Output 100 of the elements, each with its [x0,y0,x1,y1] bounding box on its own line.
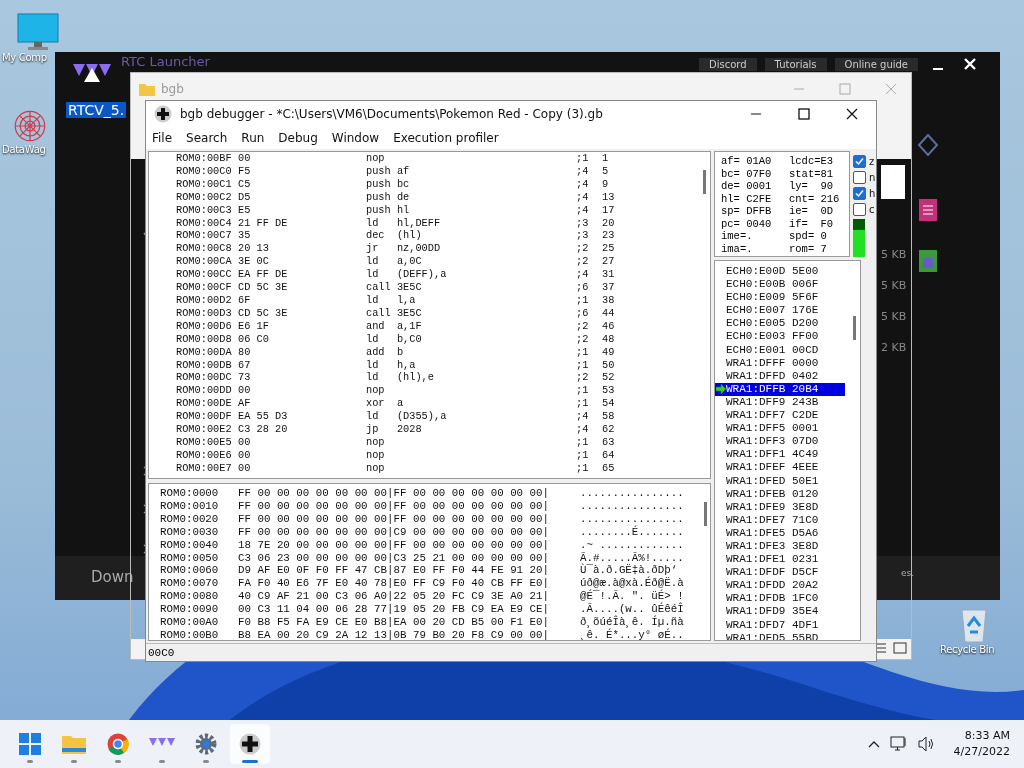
stack-row[interactable]: ECH0:E00B 006F [715,278,845,292]
launcher-title: RTC Launcher [121,54,210,69]
stack-row[interactable]: WRA1:DFD9 35E4 [715,605,845,619]
stack-row[interactable]: WRA1:DFE3 3E8D [715,539,845,554]
clock-time[interactable]: 8:33 AM [964,728,1010,744]
scrollbar-thumb[interactable] [703,502,707,526]
stack-row[interactable]: WRA1:DFDF D5CF [715,566,845,580]
arrow-icon [716,384,726,395]
address-cell-text: ROM0:00DC [176,371,233,385]
cycle-count: ;1 [576,435,590,449]
register-value: ima=. [721,242,754,255]
stack-row[interactable]: WRA1:DFDB 1FC0 [715,592,845,606]
address-cell-text: ROM0:0060 [160,564,220,578]
menu-item[interactable]: Search [186,131,228,145]
instruction-text: push bc [366,177,411,191]
cycle-count: ;1 [576,384,590,398]
stack-row[interactable]: WRA1:DFF5 0001 [715,422,845,436]
volume-icon[interactable] [917,736,936,752]
opcode-bytes: 00 [238,448,252,462]
stack-row[interactable]: WRA1:DFE9 3E8D [715,500,845,514]
opcode-bytes: 35 [238,229,252,243]
opcode-bytes: 20 13 [238,242,270,256]
menu-item[interactable]: Execution profiler [393,131,499,145]
opcode-bytes: 00 [238,152,252,165]
stack-row[interactable]: WRA1:DFFF 0000 [715,356,845,370]
taskbar-app-button[interactable] [230,724,270,764]
stack-row[interactable]: ECH0:E00D 5E00 [715,265,845,279]
hex-bytes: FF 00 00 00 00 00 00 00|FF 00 00 00 00 00 00 00| [238,512,550,526]
address-cell-text: ROM0:00C0 [176,164,233,178]
register-value: ie= 0D [789,205,835,218]
cycle-count: ;1 [576,448,590,462]
opcode-bytes: C3 28 20 [238,423,289,436]
stack-row[interactable]: WRA1:DFFD 0402 [715,369,845,383]
cycle-count: ;4 [576,410,590,424]
instruction-text: ld a,0C [366,255,423,269]
text-field[interactable] [881,165,905,199]
flag-label: h [869,188,876,199]
instruction-text: nop [366,152,386,165]
menu-item[interactable]: Run [241,131,265,145]
stack-row[interactable]: WRA1:DFD5 55BD [715,631,845,640]
network-icon[interactable] [889,736,908,752]
menu-item[interactable]: File [152,131,173,145]
chevron-up-icon[interactable] [867,740,880,748]
stack-row[interactable]: WRA1:DFF7 C2DE [715,409,845,423]
stack-row[interactable]: WRA1:DFF9 243B [715,395,845,410]
scrollbar-thumb[interactable] [702,170,706,194]
menu-item[interactable]: Debug [278,131,318,145]
cycle-count: ;2 [576,332,590,346]
stack-row[interactable]: ECH0:E003 FF00 [715,330,845,344]
launcher-link-button[interactable]: Online guide [834,57,918,71]
address-cell-text: ROM0:0030 [160,525,220,539]
opcode-bytes: EA FF DE [238,268,289,282]
tiles-view-icon[interactable] [893,641,907,655]
stack-row[interactable]: ECH0:E009 5F6F [715,291,845,305]
stack-row[interactable]: WRA1:DFDD 20A2 [715,579,845,593]
stack-row[interactable]: WRA1:DFE5 D5A6 [715,526,845,540]
stack-row[interactable]: ECH0:E005 D200 [715,317,845,331]
cycle-total: 13 [602,190,616,204]
monitor-icon[interactable] [16,12,60,52]
flag-label: n [869,172,876,183]
grid-icon[interactable] [917,132,939,158]
clock-date[interactable]: 4/27/2022 [953,744,1010,760]
opcode-bytes: E5 [238,203,252,217]
maximize-icon[interactable] [798,108,810,120]
stack-row[interactable]: WRA1:DFE7 71C0 [715,513,845,527]
stack-row[interactable]: WRA1:DFEB 0120 [715,487,845,501]
document-icon[interactable] [917,197,939,223]
launcher-link-button[interactable]: Tutorials [764,57,827,71]
flag-checkbox[interactable] [853,187,866,200]
close-icon[interactable] [846,108,858,120]
scrollbar-thumb[interactable] [852,316,856,340]
stack-row[interactable]: ECH0:E007 176E [715,304,845,318]
flag-checkbox[interactable] [853,155,866,168]
stack-row[interactable]: WRA1:DFE1 0231 [715,553,845,567]
stack-row[interactable]: WRA1:DFF1 4C49 [715,448,845,462]
instruction-text: ld (hl),e [366,371,435,385]
cycle-count: ;1 [576,152,590,165]
stack-row[interactable]: WRA1:DFED 50E1 [715,474,845,488]
stack-row[interactable]: WRA1:DFFB 20B4 [715,382,845,396]
instruction-text: dec (hl) [366,229,423,243]
stack-row[interactable]: WRA1:DFF3 07D0 [715,435,845,449]
cycle-count: ;3 [576,229,590,243]
instruction-text: push hl [366,203,411,217]
flag-checkbox[interactable] [853,203,866,216]
cycle-total: 38 [602,293,616,307]
cycle-count: ;4 [576,203,590,217]
address-cell-text: ROM0:00CC [176,268,233,282]
opcode-bytes: 73 [238,371,252,385]
launcher-link-button[interactable]: Discord [699,57,757,71]
flag-checkbox[interactable] [853,171,866,184]
menu-item[interactable]: Window [331,131,380,145]
stack-row[interactable]: WRA1:DFD7 4DF1 [715,618,845,632]
opcode-bytes: 80 [238,345,252,359]
stack-row[interactable]: WRA1:DFEF 4EEE [715,461,845,475]
spiral-icon[interactable] [12,108,48,144]
stack-row[interactable]: ECH0:E001 00CD [715,343,845,357]
ascii-text: Ù¯à.ð.GË‡à.ðDþ‘ [580,564,678,577]
selected-text[interactable]: RTCV_5. [66,102,127,118]
archive-icon[interactable] [917,248,939,274]
cycle-total: 20 [602,216,616,230]
